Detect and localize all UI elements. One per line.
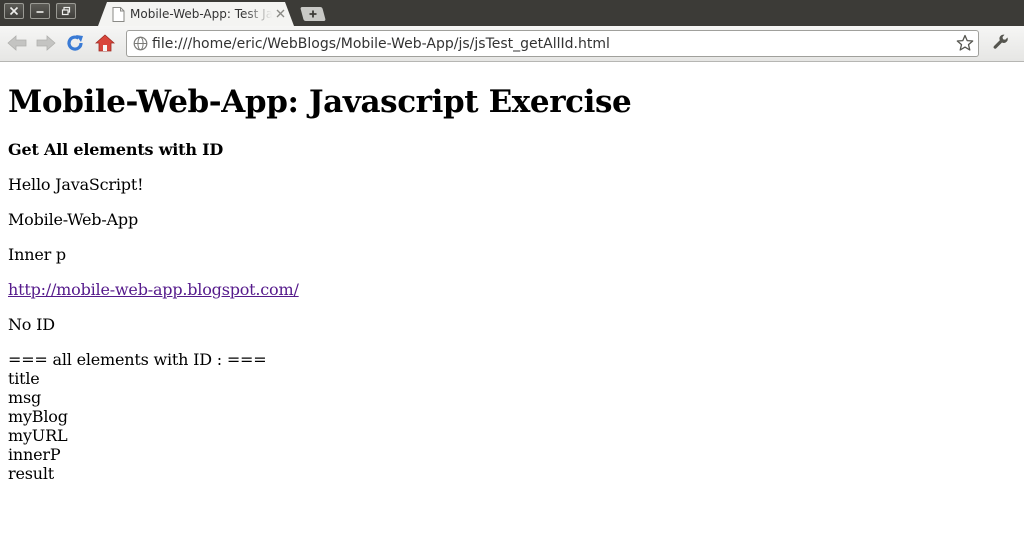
result-id-item: myBlog: [8, 407, 68, 426]
tab-active[interactable]: Mobile-Web-App: Test Javascript getAllId: [98, 2, 294, 26]
arrow-right-icon: [36, 35, 56, 51]
close-icon: [9, 6, 19, 16]
page-content: Mobile-Web-App: Javascript Exercise Get …: [8, 62, 1008, 483]
settings-wrench-button[interactable]: [990, 32, 1012, 54]
window-close-button[interactable]: [4, 3, 24, 19]
tab-close-icon[interactable]: [276, 9, 285, 18]
result-id-item: result: [8, 464, 54, 483]
home-icon: [95, 34, 115, 52]
window-minimize-button[interactable]: [30, 3, 50, 19]
browser-toolbar: file:///home/eric/WebBlogs/Mobile-Web-Ap…: [0, 26, 1024, 62]
forward-button[interactable]: [35, 32, 57, 54]
result-id-item: title: [8, 369, 40, 388]
reload-icon: [67, 35, 83, 51]
star-icon[interactable]: [956, 34, 974, 52]
blog-link[interactable]: http://mobile-web-app.blogspot.com/: [8, 280, 299, 299]
wrench-icon: [993, 34, 1008, 49]
msg-paragraph: Hello JavaScript!: [8, 175, 144, 194]
inner-paragraph: Inner p: [8, 245, 66, 264]
window-titlebar: Mobile-Web-App: Test Javascript getAllId: [0, 0, 1024, 26]
result-id-item: msg: [8, 388, 42, 407]
window-restore-button[interactable]: [56, 3, 76, 19]
restore-icon: [61, 6, 71, 16]
page-icon: [112, 7, 125, 22]
result-output: === all elements with ID : === title msg…: [8, 350, 1008, 483]
page-heading: Mobile-Web-App: Javascript Exercise: [8, 84, 632, 120]
blog-paragraph: Mobile-Web-App: [8, 210, 138, 229]
minimize-icon: [36, 11, 44, 13]
address-bar[interactable]: file:///home/eric/WebBlogs/Mobile-Web-Ap…: [126, 30, 979, 57]
result-id-item: myURL: [8, 426, 68, 445]
arrow-left-icon: [7, 35, 27, 51]
noid-paragraph: No ID: [8, 315, 55, 334]
url-text[interactable]: file:///home/eric/WebBlogs/Mobile-Web-Ap…: [152, 35, 610, 53]
tab-title: Mobile-Web-App: Test Javascript getAllId: [130, 7, 272, 21]
result-id-item: innerP: [8, 445, 61, 464]
result-header: === all elements with ID : ===: [8, 350, 267, 369]
home-button[interactable]: [94, 32, 116, 54]
reload-button[interactable]: [64, 32, 86, 54]
back-button[interactable]: [6, 32, 28, 54]
url-paragraph: http://mobile-web-app.blogspot.com/: [8, 280, 1008, 299]
plus-icon: [309, 10, 317, 18]
new-tab-button[interactable]: [300, 7, 326, 21]
globe-icon: [133, 36, 148, 51]
page-subheading: Get All elements with ID: [8, 140, 224, 159]
